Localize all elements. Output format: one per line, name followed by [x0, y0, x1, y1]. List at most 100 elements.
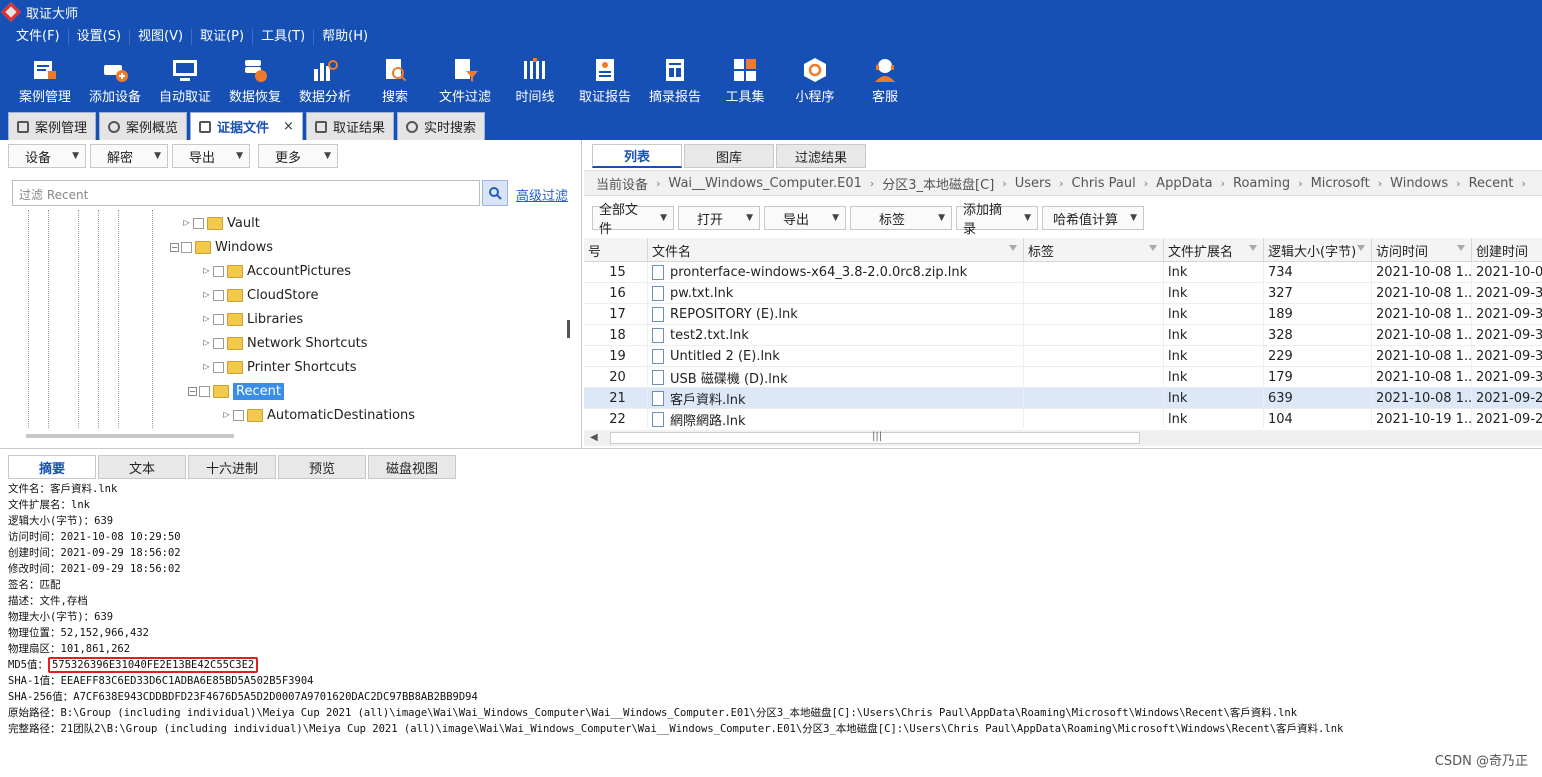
device-dropdown[interactable]: 设备 ▼	[8, 144, 86, 168]
tab-preview[interactable]: 预览	[278, 455, 366, 479]
menu-forensics[interactable]: 取证(P)	[192, 29, 254, 45]
all-files-dropdown[interactable]: 全部文件 ▼	[592, 203, 674, 237]
tree-checkbox[interactable]	[213, 361, 224, 373]
tree-node-accountpictures[interactable]: ▷ AccountPictures	[202, 260, 351, 282]
breadcrumb-item[interactable]: AppData	[1156, 176, 1212, 191]
tree-checkbox[interactable]	[193, 217, 204, 229]
advanced-filter-link[interactable]: 高级过滤	[516, 185, 568, 204]
menu-view[interactable]: 视图(V)	[130, 29, 193, 45]
col-logical-size[interactable]: 逻辑大小(字节)	[1264, 238, 1372, 262]
tab-filter-results[interactable]: 过滤结果	[776, 144, 866, 168]
tree-checkbox[interactable]	[199, 385, 210, 397]
filter-icon[interactable]	[1457, 245, 1465, 251]
col-filename[interactable]: 文件名	[648, 238, 1024, 262]
add-device-button[interactable]: 添加设备	[80, 50, 150, 110]
menu-settings[interactable]: 设置(S)	[69, 29, 131, 45]
hash-calc-dropdown[interactable]: 哈希值计算 ▼	[1042, 206, 1144, 230]
tree-vertical-scrollbar[interactable]	[567, 320, 570, 338]
data-recovery-button[interactable]: 数据恢复	[220, 50, 290, 110]
scroll-left-icon[interactable]: ◀	[590, 432, 598, 443]
search-icon[interactable]	[482, 180, 508, 206]
breadcrumb-item[interactable]: 分区3_本地磁盘[C]	[882, 174, 994, 193]
breadcrumb-item[interactable]: Users	[1015, 176, 1051, 191]
tree-checkbox[interactable]	[213, 337, 224, 349]
expander-icon[interactable]: ▷	[202, 314, 211, 324]
search-button[interactable]: 搜索	[360, 50, 430, 110]
auto-forensics-button[interactable]: 自动取证	[150, 50, 220, 110]
table-row[interactable]: 21 客戶資料.lnk lnk 639 2021-10-08 1... 2021-09-2…	[584, 388, 1542, 409]
breadcrumb-item[interactable]: Windows	[1390, 176, 1448, 191]
tab-text[interactable]: 文本	[98, 455, 186, 479]
tree-node-libraries[interactable]: ▷ Libraries	[202, 308, 303, 330]
collapse-icon[interactable]: −	[170, 242, 179, 252]
tab-forensics-results[interactable]: 取证结果	[305, 112, 394, 140]
breadcrumb-item[interactable]: 当前设备	[596, 174, 648, 193]
expander-icon[interactable]: ▷	[202, 266, 211, 276]
table-row[interactable]: 18 test2.txt.lnk lnk 328 2021-10-08 1... 2021…	[584, 325, 1542, 346]
case-management-button[interactable]: 案例管理	[10, 50, 80, 110]
excerpt-report-button[interactable]: 摘录报告	[640, 50, 710, 110]
tree-node-vault[interactable]: ▷ Vault	[182, 212, 259, 234]
menu-help[interactable]: 帮助(H)	[314, 29, 376, 45]
table-row[interactable]: 17 REPOSITORY (E).lnk lnk 189 2021-10-08 1..…	[584, 304, 1542, 325]
toolset-button[interactable]: 工具集	[710, 50, 780, 110]
expander-icon[interactable]: ▷	[222, 410, 231, 420]
add-excerpt-dropdown[interactable]: 添加摘录 ▼	[956, 203, 1038, 237]
menu-tools[interactable]: 工具(T)	[253, 29, 315, 45]
tree-node-automaticdestinations[interactable]: ▷ AutomaticDestinations	[222, 404, 415, 426]
tab-evidence-files[interactable]: 证据文件 ×	[190, 112, 303, 140]
mini-program-button[interactable]: 小程序	[780, 50, 850, 110]
tree-checkbox[interactable]	[233, 409, 244, 421]
file-filter-button[interactable]: 文件过滤	[430, 50, 500, 110]
tab-case-management[interactable]: 案例管理	[8, 112, 97, 140]
tree-node-printer-shortcuts[interactable]: ▷ Printer Shortcuts	[202, 356, 356, 378]
timeline-button[interactable]: 时间线	[500, 50, 570, 110]
data-analysis-button[interactable]: 数据分析	[290, 50, 360, 110]
breadcrumb-item[interactable]: Microsoft	[1311, 176, 1370, 191]
menu-file[interactable]: 文件(F)	[8, 29, 69, 45]
table-row[interactable]: 15 pronterface-windows-x64_3.8-2.0.0rc8.z…	[584, 262, 1542, 283]
export-files-dropdown[interactable]: 导出 ▼	[764, 206, 846, 230]
tree-checkbox[interactable]	[213, 313, 224, 325]
table-row[interactable]: 22 網際網路.lnk lnk 104 2021-10-19 1... 2021-09-2…	[584, 409, 1542, 428]
tab-case-overview[interactable]: 案例概览	[99, 112, 188, 140]
close-icon[interactable]: ×	[283, 119, 294, 134]
breadcrumb-item[interactable]: Chris Paul	[1072, 176, 1136, 191]
open-dropdown[interactable]: 打开 ▼	[678, 206, 760, 230]
tag-dropdown[interactable]: 标签 ▼	[850, 206, 952, 230]
filter-icon[interactable]	[1249, 245, 1257, 251]
forensics-report-button[interactable]: 取证报告	[570, 50, 640, 110]
filter-icon[interactable]	[1009, 245, 1017, 251]
tree-node-recent[interactable]: − Recent	[188, 380, 284, 402]
tree-node-network-shortcuts[interactable]: ▷ Network Shortcuts	[202, 332, 367, 354]
table-row[interactable]: 19 Untitled 2 (E).lnk lnk 229 2021-10-08 1..…	[584, 346, 1542, 367]
collapse-icon[interactable]: −	[188, 386, 197, 396]
tree-filter-input[interactable]: 过滤 Recent	[12, 180, 480, 206]
expander-icon[interactable]: ▷	[202, 338, 211, 348]
col-extension[interactable]: 文件扩展名	[1164, 238, 1264, 262]
expander-icon[interactable]: ▷	[182, 218, 191, 228]
tree-checkbox[interactable]	[213, 289, 224, 301]
table-row[interactable]: 20 USB 磁碟機 (D).lnk lnk 179 2021-10-08 1... 20…	[584, 367, 1542, 388]
more-dropdown[interactable]: 更多 ▼	[258, 144, 338, 168]
tab-summary[interactable]: 摘要	[8, 455, 96, 479]
breadcrumb-item[interactable]: Roaming	[1233, 176, 1290, 191]
tree-checkbox[interactable]	[181, 241, 192, 253]
tab-hex[interactable]: 十六进制	[188, 455, 276, 479]
expander-icon[interactable]: ▷	[202, 362, 211, 372]
tab-gallery[interactable]: 图库	[684, 144, 774, 168]
decrypt-dropdown[interactable]: 解密 ▼	[90, 144, 168, 168]
list-horizontal-scrollbar[interactable]: ◀ |||	[584, 430, 1542, 446]
col-create-time[interactable]: 创建时间	[1472, 238, 1542, 262]
filter-icon[interactable]	[1149, 245, 1157, 251]
breadcrumb-item[interactable]: Recent	[1469, 176, 1514, 191]
col-index[interactable]: 号	[584, 238, 648, 262]
customer-service-button[interactable]: 客服	[850, 50, 920, 110]
breadcrumb-item[interactable]: Wai__Windows_Computer.E01	[668, 176, 861, 191]
tree-checkbox[interactable]	[213, 265, 224, 277]
tab-disk-view[interactable]: 磁盘视图	[368, 455, 456, 479]
tab-realtime-search[interactable]: 实时搜索	[396, 112, 485, 140]
filter-icon[interactable]	[1357, 245, 1365, 251]
tree-node-windows[interactable]: − Windows	[170, 236, 273, 258]
export-dropdown[interactable]: 导出 ▼	[172, 144, 250, 168]
